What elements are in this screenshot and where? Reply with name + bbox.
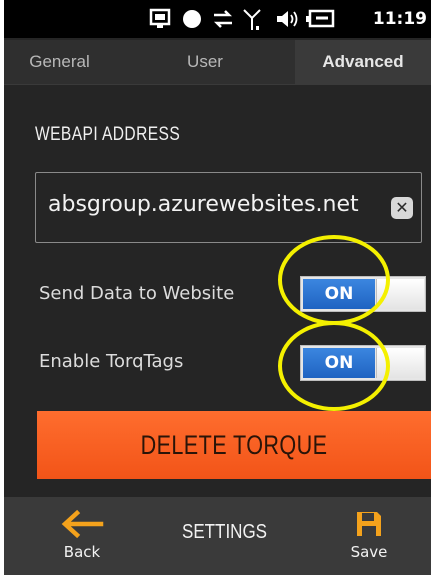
send-data-toggle-state: ON [303, 279, 375, 309]
tab-advanced[interactable]: Advanced [295, 40, 431, 84]
toggle-knob [376, 279, 424, 309]
webapi-address-value: absgroup.azurewebsites.net [48, 192, 359, 217]
app-screen: 11:19 General User Advanced WEBAPI ADDRE… [4, 0, 431, 575]
enable-torqtags-toggle-state: ON [303, 348, 375, 378]
circle-icon [183, 10, 201, 28]
tab-bar: General User Advanced [4, 40, 431, 85]
toggle-knob [376, 348, 424, 378]
volume-icon [277, 11, 298, 27]
webapi-address-field[interactable]: absgroup.azurewebsites.net ✕ [35, 172, 422, 243]
delete-torque-assemblies-button[interactable]: DELETE TORQUE ASSEMBLIES [37, 411, 431, 528]
status-time: 11:19 [372, 9, 427, 29]
screen-icon [149, 8, 171, 28]
save-label: Save [350, 543, 388, 561]
tab-user[interactable]: User [115, 40, 295, 84]
back-arrow-icon [61, 509, 104, 539]
send-data-label: Send Data to Website [39, 283, 235, 304]
sync-icon [213, 10, 233, 28]
status-bar: 11:19 [4, 0, 431, 38]
enable-torqtags-label: Enable TorqTags [39, 351, 184, 372]
send-data-toggle[interactable]: ON [300, 276, 426, 312]
back-button[interactable]: Back [42, 509, 122, 561]
screen-title: SETTINGS [182, 521, 268, 543]
clear-icon[interactable]: ✕ [391, 197, 413, 219]
back-label: Back [63, 543, 101, 561]
save-button[interactable]: Save [332, 509, 406, 561]
bottom-bar: Back SETTINGS Save [4, 497, 431, 575]
webapi-section-title: WEBAPI ADDRESS [35, 124, 181, 145]
tab-general[interactable]: General [4, 40, 115, 84]
battery-icon [306, 9, 335, 28]
signal-icon [243, 9, 261, 30]
enable-torqtags-toggle[interactable]: ON [300, 345, 426, 381]
save-icon [357, 512, 381, 536]
